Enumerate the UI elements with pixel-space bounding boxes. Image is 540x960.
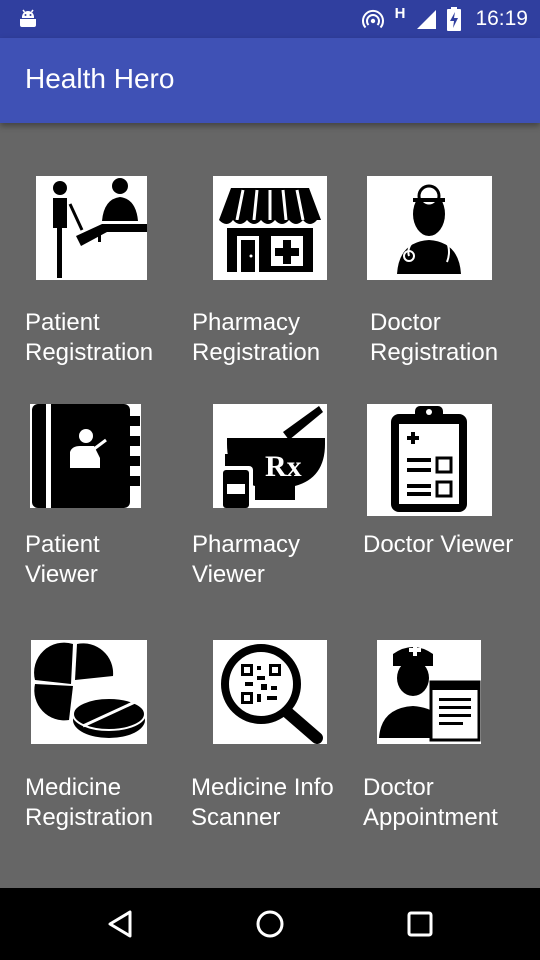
tile-label-doctor-registration[interactable]: Doctor Registration [370,308,498,368]
battery-charging-icon [447,7,462,31]
android-icon [16,7,40,31]
qr-magnifier-icon[interactable] [213,640,327,744]
nurse-appointment-icon[interactable] [377,640,481,744]
home-icon[interactable] [254,908,286,940]
app-title: Health Hero [25,63,175,94]
tile-label-doctor-appointment[interactable]: Doctor Appointment [363,773,498,833]
app-bar: Health Hero [0,38,540,123]
tile-label-pharmacy-viewer[interactable]: Pharmacy Viewer [192,530,300,590]
mortar-pestle-rx-icon[interactable]: Rx [213,404,327,508]
tile-label-medicine-registration[interactable]: Medicine Registration [25,773,153,833]
tile-label-doctor-viewer[interactable]: Doctor Viewer [363,530,513,560]
clipboard-checklist-icon[interactable] [367,404,492,516]
patient-record-book-icon[interactable] [30,404,141,508]
tile-label-medicine-info-scanner[interactable]: Medicine Info Scanner [191,773,334,833]
patient-registration-icon[interactable] [36,176,147,280]
tile-label-patient-registration[interactable]: Patient Registration [25,308,153,368]
pharmacy-store-icon[interactable] [213,176,327,280]
hotspot-icon [361,7,385,31]
pills-icon[interactable] [31,640,147,744]
network-type-label: H [394,4,406,22]
navigation-bar [0,888,540,960]
doctor-icon[interactable] [367,176,492,280]
signal-icon [415,8,437,30]
recents-icon[interactable] [404,908,436,940]
tile-label-pharmacy-registration[interactable]: Pharmacy Registration [192,308,320,368]
back-icon[interactable] [104,908,136,940]
status-bar: H 16:19 [0,0,540,38]
svg-text:Rx: Rx [265,450,302,483]
tile-label-patient-viewer[interactable]: Patient Viewer [25,530,100,590]
status-time: 16:19 [475,7,528,30]
